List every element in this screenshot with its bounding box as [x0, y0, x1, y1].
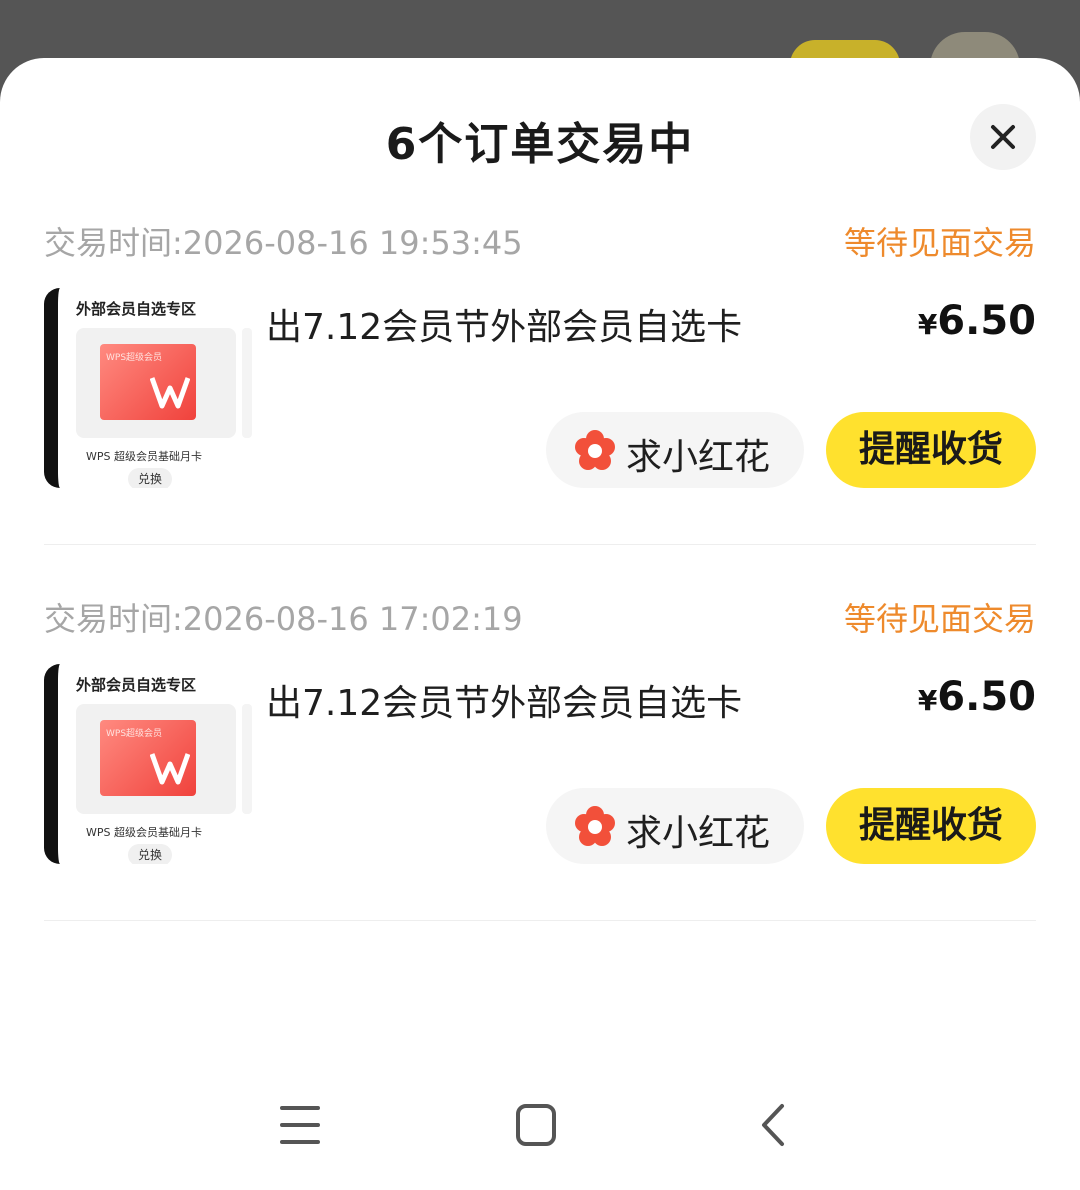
- close-icon: [991, 125, 1015, 149]
- request-flower-label: 求小红花: [626, 813, 771, 854]
- order-status: 等待见面交易: [843, 600, 1036, 638]
- price-value: 6.50: [937, 674, 1036, 720]
- product-title[interactable]: 出7.12会员节外部会员自选卡: [266, 674, 742, 726]
- wps-card: WPS超级会员: [100, 720, 196, 796]
- wps-logo-icon: [150, 377, 190, 409]
- wps-logo-icon: [150, 753, 190, 785]
- thumbnail-zone-label: 外部会员自选专区: [76, 300, 197, 318]
- product-price: ¥6.50: [918, 298, 1036, 344]
- product-thumbnail[interactable]: 外部会员自选专区 WPS超级会员 WPS 超级会员基础月卡 兑换: [44, 664, 258, 864]
- thumbnail-card-edge: [242, 328, 252, 438]
- thumbnail-card-edge: [242, 704, 252, 814]
- close-button[interactable]: [970, 104, 1036, 170]
- wps-card: WPS超级会员: [100, 344, 196, 420]
- currency-symbol: ¥: [917, 308, 938, 341]
- order-time: 交易时间:2026-08-16 19:53:45: [44, 224, 523, 262]
- back-icon: [762, 1104, 784, 1146]
- request-flower-label: 求小红花: [626, 437, 771, 478]
- orders-sheet: 6个订单交易中 交易时间:2026-08-16 19:53:45 等待见面交易 …: [0, 58, 1080, 1190]
- thumbnail-zone-label: 外部会员自选专区: [76, 676, 197, 694]
- price-value: 6.50: [937, 298, 1036, 344]
- back-button[interactable]: [742, 1100, 802, 1150]
- wps-card-label: WPS超级会员: [106, 729, 163, 739]
- thumbnail-description: WPS 超级会员基础月卡: [86, 826, 202, 839]
- request-flower-button[interactable]: 求小红花: [546, 412, 804, 488]
- product-thumbnail[interactable]: 外部会员自选专区 WPS超级会员 WPS 超级会员基础月卡 兑换: [44, 288, 258, 488]
- order-item[interactable]: 交易时间:2026-08-16 19:53:45 等待见面交易 外部会员自选专区…: [44, 218, 1036, 558]
- currency-symbol: ¥: [917, 684, 938, 717]
- order-item[interactable]: 交易时间:2026-08-16 17:02:19 等待见面交易 外部会员自选专区…: [44, 594, 1036, 934]
- flower-icon: [575, 430, 615, 470]
- home-button[interactable]: [506, 1100, 566, 1150]
- navigation-bar: [0, 1060, 1080, 1190]
- wps-card-label: WPS超级会员: [106, 353, 163, 363]
- order-time: 交易时间:2026-08-16 17:02:19: [44, 600, 523, 638]
- divider: [44, 920, 1036, 921]
- remind-receipt-button[interactable]: 提醒收货: [826, 788, 1036, 864]
- flower-icon: [575, 806, 615, 846]
- thumbnail-card: WPS超级会员: [76, 328, 236, 438]
- thumbnail-exchange: 兑换: [128, 844, 172, 864]
- menu-button[interactable]: [270, 1100, 330, 1150]
- product-price: ¥6.50: [918, 674, 1036, 720]
- thumbnail-exchange: 兑换: [128, 468, 172, 488]
- thumbnail-card: WPS超级会员: [76, 704, 236, 814]
- product-title[interactable]: 出7.12会员节外部会员自选卡: [266, 298, 742, 350]
- menu-icon: [280, 1106, 320, 1144]
- remind-receipt-button[interactable]: 提醒收货: [826, 412, 1036, 488]
- request-flower-button[interactable]: 求小红花: [546, 788, 804, 864]
- sheet-title: 6个订单交易中: [385, 119, 695, 170]
- divider: [44, 544, 1036, 545]
- order-status: 等待见面交易: [843, 224, 1036, 262]
- thumbnail-description: WPS 超级会员基础月卡: [86, 450, 202, 463]
- home-icon: [516, 1104, 556, 1146]
